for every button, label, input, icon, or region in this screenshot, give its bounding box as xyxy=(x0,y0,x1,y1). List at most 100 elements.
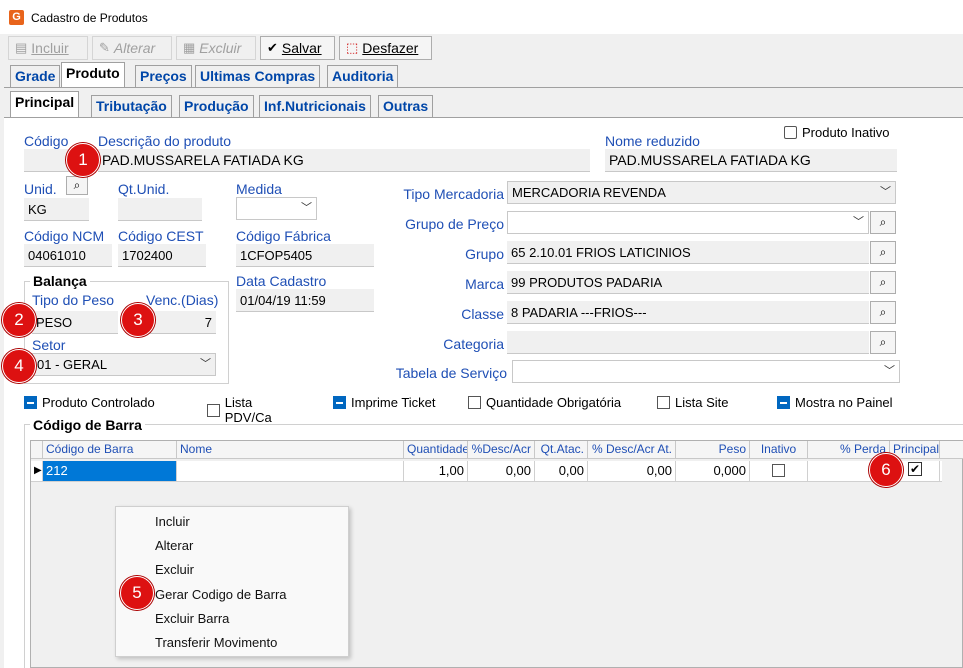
unid-lookup-button[interactable]: ⌕ xyxy=(66,176,88,195)
tab-inf-nutricionais[interactable]: Inf.Nutricionais xyxy=(259,95,371,117)
col-peso[interactable]: Peso xyxy=(676,441,750,459)
lookup-icon: ⌕ xyxy=(879,215,887,229)
nome-reduzido-field[interactable]: PAD.MUSSARELA FATIADA KG xyxy=(605,149,897,172)
quantidade-obrigatoria-checkbox[interactable]: Quantidade Obrigatória xyxy=(468,395,621,410)
lookup-icon: ⌕ xyxy=(73,178,81,192)
cell-peso[interactable]: 0,000 xyxy=(676,461,750,481)
menu-item-gerar-codigo-barra[interactable]: Gerar Codigo de Barra xyxy=(155,587,287,602)
imprime-ticket-checkbox[interactable]: Imprime Ticket xyxy=(333,395,436,410)
data-cadastro-label: Data Cadastro xyxy=(236,273,327,289)
tipo-peso-field[interactable]: PESO xyxy=(32,311,118,334)
col-principal[interactable]: Principal xyxy=(890,441,940,459)
undo-icon: ⬚ xyxy=(346,40,359,55)
qt-unid-field[interactable] xyxy=(118,198,202,221)
checkbox-box xyxy=(777,396,790,409)
col-inativo[interactable]: Inativo xyxy=(750,441,808,459)
descricao-field[interactable]: PAD.MUSSARELA FATIADA KG xyxy=(98,149,590,172)
venc-field[interactable]: 7 xyxy=(146,311,216,334)
table-row[interactable]: ▶ 212 1,00 0,00 0,00 0,00 0,000 ✔ xyxy=(31,461,942,482)
menu-item-excluir[interactable]: Excluir xyxy=(155,562,194,577)
window-title: Cadastro de Produtos xyxy=(31,11,148,25)
tab-tributacao[interactable]: Tributação xyxy=(91,95,172,117)
desfazer-button[interactable]: ⬚ Desfazer xyxy=(339,36,432,60)
cell-nome[interactable] xyxy=(177,461,404,481)
menu-item-incluir[interactable]: Incluir xyxy=(155,514,190,529)
unid-field[interactable]: KG xyxy=(24,198,89,221)
chevron-down-icon: ﹀ xyxy=(884,365,895,377)
tab-outras[interactable]: Outras xyxy=(378,95,434,117)
cell-desc-acr[interactable]: 0,00 xyxy=(468,461,535,481)
fabrica-label: Código Fábrica xyxy=(236,228,331,244)
edit-icon: ✎ xyxy=(99,40,110,55)
col-quantidade[interactable]: Quantidade xyxy=(404,441,468,459)
tipo-mercadoria-value: MERCADORIA REVENDA xyxy=(512,185,666,200)
grupo-preco-select[interactable]: ﹀ xyxy=(507,211,869,234)
barcode-section-label: Código de Barra xyxy=(30,417,145,433)
codigo-label: Código xyxy=(24,133,69,149)
tabela-servico-select[interactable]: ﹀ xyxy=(512,360,900,383)
tab-principal[interactable]: Principal xyxy=(10,91,80,117)
col-nome[interactable]: Nome xyxy=(177,441,404,459)
cest-field[interactable]: 1702400 xyxy=(118,244,206,267)
venc-label: Venc.(Dias) xyxy=(146,292,219,308)
tab-ultimas-compras[interactable]: Ultimas Compras xyxy=(195,65,321,87)
produto-inativo-checkbox[interactable]: Produto Inativo xyxy=(784,125,889,140)
incluir-button[interactable]: ▤ Incluir xyxy=(8,36,88,60)
categoria-field[interactable] xyxy=(507,331,869,354)
menu-item-transferir-movimento[interactable]: Transferir Movimento xyxy=(155,635,277,650)
cell-quantidade[interactable]: 1,00 xyxy=(404,461,468,481)
tab-auditoria[interactable]: Auditoria xyxy=(327,65,399,87)
produto-controlado-checkbox[interactable]: Produto Controlado xyxy=(24,395,155,410)
marca-field[interactable]: 99 PRODUTOS PADARIA xyxy=(507,271,869,294)
grupo-preco-lookup-button[interactable]: ⌕ xyxy=(870,211,896,234)
ncm-field[interactable]: 04061010 xyxy=(24,244,112,267)
setor-value: 01 - GERAL xyxy=(37,357,108,372)
cell-desc-acr-at[interactable]: 0,00 xyxy=(588,461,676,481)
chevron-down-icon: ﹀ xyxy=(301,202,312,214)
medida-label: Medida xyxy=(236,181,282,197)
tab-grade[interactable]: Grade xyxy=(10,65,61,87)
tabela-servico-label: Tabela de Serviço xyxy=(395,365,507,381)
row-indicator-icon: ▶ xyxy=(31,461,43,481)
excluir-button[interactable]: ▦ Excluir xyxy=(176,36,256,60)
excluir-label: Excluir xyxy=(199,40,242,56)
cell-codigo-barra[interactable]: 212 xyxy=(43,461,177,481)
categoria-label: Categoria xyxy=(443,336,504,352)
col-codigo-barra[interactable]: Código de Barra xyxy=(43,441,177,459)
grupo-lookup-button[interactable]: ⌕ xyxy=(870,241,896,264)
medida-select[interactable]: ﹀ xyxy=(236,197,317,220)
setor-label: Setor xyxy=(32,337,66,353)
annotation-badge-3: 3 xyxy=(121,303,155,337)
col-desc-acr-at[interactable]: % Desc/Acr At. xyxy=(588,441,676,459)
principal-checkbox[interactable]: ✔ xyxy=(908,462,922,476)
classe-lookup-button[interactable]: ⌕ xyxy=(870,301,896,324)
marca-lookup-button[interactable]: ⌕ xyxy=(870,271,896,294)
tipo-mercadoria-select[interactable]: MERCADORIA REVENDA ﹀ xyxy=(507,181,896,204)
mostra-painel-label: Mostra no Painel xyxy=(795,395,893,410)
col-qt-atac[interactable]: Qt.Atac. xyxy=(535,441,588,459)
lookup-icon: ⌕ xyxy=(879,245,887,259)
lista-pdv-checkbox[interactable]: Lista PDV/Ca xyxy=(207,395,301,425)
tab-produto[interactable]: Produto xyxy=(61,62,125,88)
cell-inativo[interactable] xyxy=(750,461,808,481)
unid-label: Unid. xyxy=(24,181,57,197)
fabrica-field[interactable]: 1CFOP5405 xyxy=(236,244,374,267)
setor-select[interactable]: 01 - GERAL ﹀ xyxy=(32,353,216,376)
categoria-lookup-button[interactable]: ⌕ xyxy=(870,331,896,354)
tab-precos[interactable]: Preços xyxy=(135,65,192,87)
alterar-button[interactable]: ✎ Alterar xyxy=(92,36,172,60)
menu-item-excluir-barra[interactable]: Excluir Barra xyxy=(155,611,229,626)
mostra-painel-checkbox[interactable]: Mostra no Painel xyxy=(777,395,893,410)
col-desc-acr[interactable]: %Desc/Acr xyxy=(468,441,535,459)
tab-producao[interactable]: Produção xyxy=(179,95,254,117)
inativo-checkbox[interactable] xyxy=(772,464,785,477)
data-cadastro-field[interactable]: 01/04/19 11:59 xyxy=(236,289,374,312)
lookup-icon: ⌕ xyxy=(879,335,887,349)
lista-site-checkbox[interactable]: Lista Site xyxy=(657,395,728,410)
cell-qt-atac[interactable]: 0,00 xyxy=(535,461,588,481)
menu-item-alterar[interactable]: Alterar xyxy=(155,538,193,553)
classe-field[interactable]: 8 PADARIA ---FRIOS--- xyxy=(507,301,869,324)
grupo-field[interactable]: 65 2.10.01 FRIOS LATICINIOS xyxy=(507,241,869,264)
desfazer-label: Desfazer xyxy=(362,40,419,56)
salvar-button[interactable]: ✔ Salvar xyxy=(260,36,335,60)
